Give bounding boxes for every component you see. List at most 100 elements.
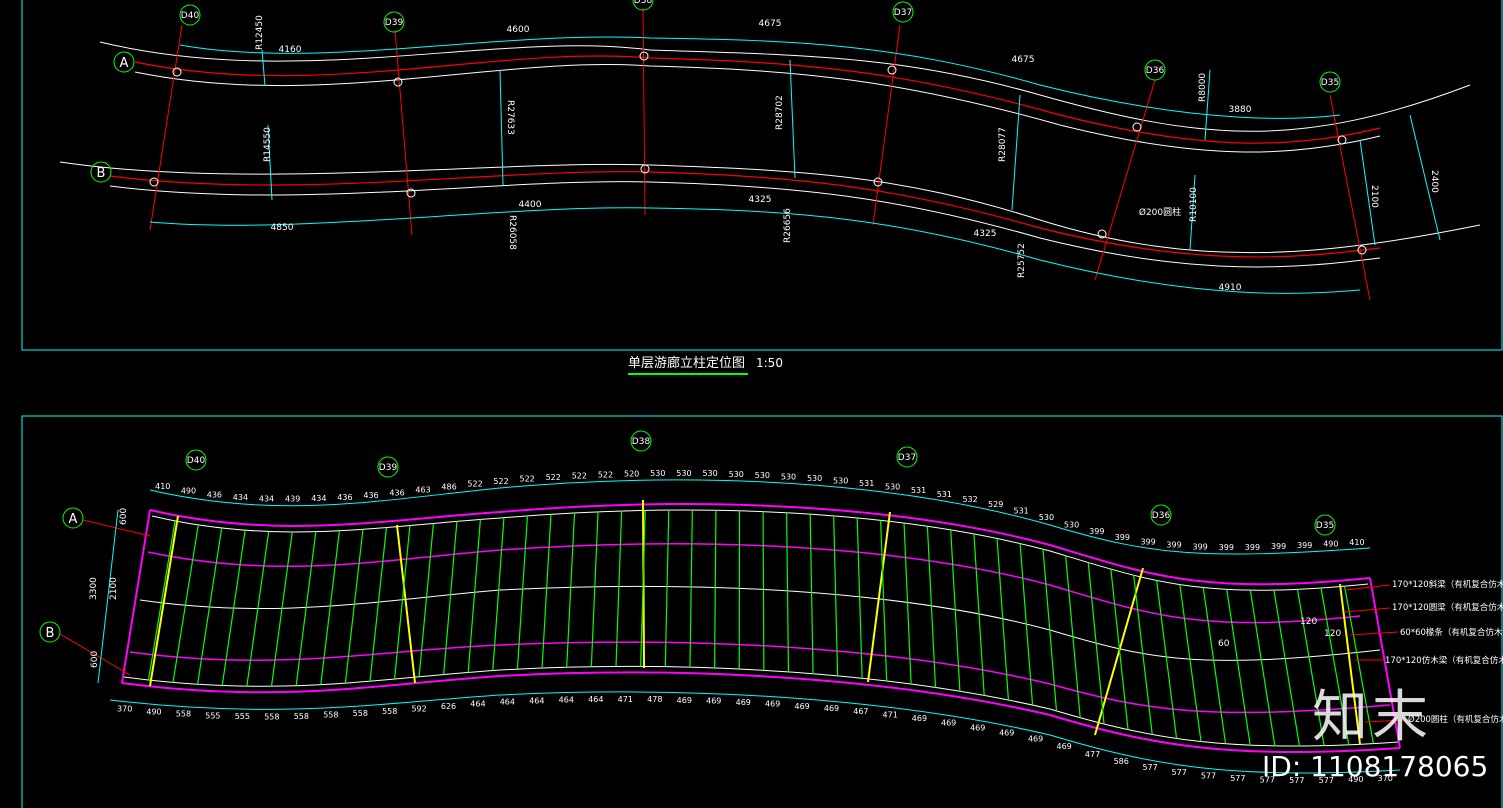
radius-2: R14550	[263, 127, 273, 162]
columns-top	[149, 51, 1367, 255]
bubble-d39: D39	[385, 18, 404, 28]
framing-dim-bottom-label: 586	[1114, 757, 1129, 766]
rafter	[295, 531, 317, 686]
axis-a-inner	[134, 64, 1381, 153]
bubble-d36: D36	[1146, 66, 1165, 76]
framing-dim-top-label: 436	[337, 493, 352, 502]
rafter	[320, 530, 340, 685]
framing-dim-bottom-label: 469	[1057, 742, 1072, 751]
framing-dim-top-label: 439	[285, 495, 300, 504]
framing-dim-bottom-label: 477	[1085, 750, 1100, 759]
framing-dim-top-label: 522	[493, 477, 508, 486]
grid-d40	[149, 24, 183, 231]
framing-dim-bottom-label: 370	[117, 705, 132, 714]
framing-dim-bottom-label: 577	[1201, 772, 1216, 781]
rafter	[1019, 543, 1034, 706]
framing-dim-bottom-label: 469	[736, 698, 751, 707]
framing-dim-top-label: 531	[937, 490, 952, 499]
framing-side-1: 600	[119, 508, 129, 525]
framing-dim-top-label: 531	[911, 486, 926, 495]
rafter	[1156, 580, 1178, 739]
rafter	[418, 523, 435, 677]
rafter	[1273, 590, 1301, 747]
framing-dim-top-label: 436	[363, 491, 378, 500]
framing-dim-top-label: 530	[702, 469, 717, 478]
grid-d37	[872, 24, 901, 226]
framing-dim-bottom-label: 469	[824, 704, 839, 713]
framing-dim-top-label: 399	[1115, 533, 1130, 542]
framing-dim-bottom-label: 467	[853, 707, 868, 716]
rafter	[541, 514, 552, 669]
rafter	[833, 515, 839, 676]
framing-dim-top-label: 399	[1245, 543, 1260, 552]
framing-dim-bottom-label: 592	[411, 704, 426, 713]
rafter	[516, 515, 529, 670]
axis-label-b-bottom: B	[46, 626, 55, 641]
dim-bottom-5: 4910	[1219, 283, 1242, 293]
inner-dim-60: 60	[1218, 639, 1230, 649]
framing-dim-top-label: 463	[415, 485, 430, 494]
framing-dim-bottom-label: 464	[529, 696, 544, 705]
rafter	[1179, 584, 1202, 742]
rafter	[615, 510, 623, 667]
rafter	[369, 527, 388, 682]
framing-dim-top-label: 530	[781, 472, 796, 481]
framing-dim-bottom-label: 464	[470, 700, 485, 709]
framing-beam-2	[129, 641, 1391, 714]
framing-dim-top-label: 530	[1064, 520, 1079, 529]
framing-dim-top-label: 490	[181, 487, 196, 496]
framing-dim-bottom-label: 464	[500, 698, 515, 707]
rafter	[443, 521, 458, 675]
framing-dim-bottom-label: 469	[677, 696, 692, 705]
framing-dim-bottom	[109, 691, 1401, 774]
framing-dim-top-label: 520	[624, 469, 639, 478]
grid-bubble-labels-top: D40 D39 D38 D37 D36 D35	[181, 0, 1339, 88]
framing-dim-bottom-label: 471	[618, 695, 633, 704]
bubble-d35: D35	[1321, 78, 1339, 88]
radius-3: R27633	[505, 100, 515, 135]
framing-dim-bottom-label: 555	[235, 712, 250, 721]
rafter	[467, 519, 482, 673]
framing-dim-top-label: 434	[233, 493, 248, 502]
dim-bottom-4: 4325	[974, 229, 997, 239]
axis-label-a-top: A	[120, 56, 129, 71]
framing-dim-bottom-label: 490	[146, 708, 161, 717]
framing-dim-bottom-label: 464	[588, 695, 603, 704]
framing-dim-top-label: 529	[988, 500, 1003, 509]
rafter	[1226, 589, 1251, 746]
framing-dim-top-label: 531	[1013, 506, 1028, 515]
side-dim-2: 2400	[1429, 170, 1439, 193]
rafter	[270, 531, 293, 687]
bubble-d37: D37	[894, 8, 912, 18]
framing-dim-top-label: 399	[1166, 540, 1181, 549]
rafter	[762, 511, 765, 671]
plan-caption: 单层游廊立柱定位图	[628, 356, 746, 371]
rafter	[566, 512, 576, 668]
framing-dim-bottom-label: 626	[441, 702, 456, 711]
framing-dim-top-label: 530	[755, 471, 770, 480]
framing-dim-top-label: 522	[572, 471, 587, 480]
top-plan	[59, 7, 1481, 301]
framing-dim-bottom-label: 478	[647, 695, 662, 704]
framing-dim-top-label: 530	[650, 469, 665, 478]
rafter	[856, 517, 863, 679]
grid-d38	[642, 7, 646, 216]
framing-dim-bottom-label: 469	[706, 697, 721, 706]
rafter	[926, 526, 937, 688]
framing-dim-top-label: 490	[1323, 540, 1338, 549]
brand-mark: 知末	[1312, 685, 1432, 750]
framing-top-2	[151, 509, 1369, 591]
rafter	[1202, 587, 1227, 744]
legend-1: 170*120斜梁（有机复合仿木）	[1392, 579, 1503, 590]
framing-dim-bottom-label: 469	[794, 702, 809, 711]
framing-dim-top-label: 434	[259, 494, 274, 503]
framing-dim-top-label: 399	[1089, 527, 1104, 536]
rafter	[903, 523, 912, 685]
radius-5: R28077	[998, 127, 1008, 162]
framing-dim-top-label: 522	[598, 470, 613, 479]
axis-label-a-bottom: A	[69, 512, 78, 527]
framing-dim-bottom-label: 469	[999, 729, 1014, 738]
bubble-bottom-d35: D35	[1316, 521, 1334, 531]
framing-dim-top-label: 530	[1039, 513, 1054, 522]
dim-top-1: 4160	[279, 45, 302, 55]
